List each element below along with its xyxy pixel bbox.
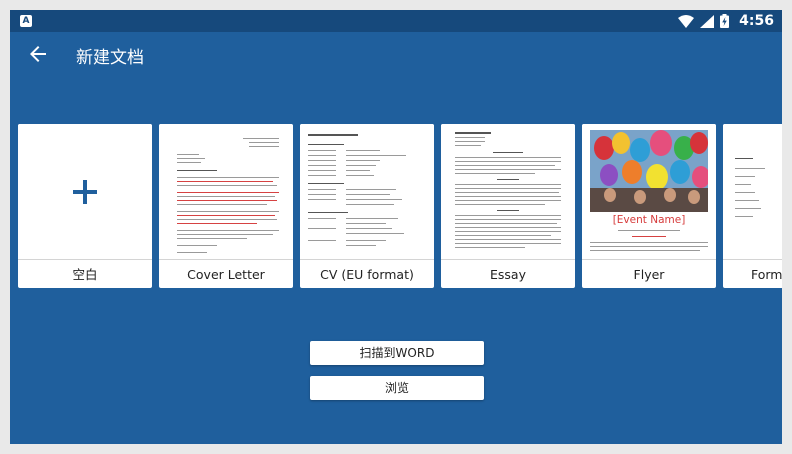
scan-to-word-button[interactable]: 扫描到WORD [310,341,484,365]
template-label: Flyer [633,267,665,282]
back-arrow-icon[interactable] [26,42,50,66]
template-card-cv-eu[interactable]: CV (EU format) [300,124,434,288]
clock-time: 4:56 [739,13,774,29]
status-bar: A 4:56 [10,10,782,32]
template-card-flyer[interactable]: [Event Name] Flyer [582,124,716,288]
flyer-balloons-image [590,130,708,212]
template-label: Essay [490,267,526,282]
app-screen: A 4:56 新建文档 空白 Cover Letter CV (EU forma… [10,10,782,444]
template-thumbnail: [Event Name] [582,124,716,260]
template-thumbnail [441,124,575,260]
app-notification-icon: A [20,15,32,27]
battery-charging-icon [720,14,730,28]
page-title: 新建文档 [76,48,144,68]
flyer-event-name: [Event Name] [612,214,686,226]
template-thumbnail [159,124,293,260]
template-label: 空白 [72,267,98,282]
template-card-format[interactable]: Forma [723,124,782,288]
status-right-group: 4:56 [678,10,774,32]
template-label: CV (EU format) [320,267,414,282]
plus-icon [73,180,97,204]
toolbar: 新建文档 [10,32,782,78]
window-frame: A 4:56 新建文档 空白 Cover Letter CV (EU forma… [0,0,792,454]
template-label: Cover Letter [187,267,265,282]
template-card-blank[interactable]: 空白 [18,124,152,288]
template-list: 空白 Cover Letter CV (EU format) Essay [Ev… [18,124,782,288]
browse-button[interactable]: 浏览 [310,376,484,400]
template-thumbnail [300,124,434,260]
template-thumbnail [18,124,152,260]
template-card-cover-letter[interactable]: Cover Letter [159,124,293,288]
cellular-signal-icon [700,14,715,28]
template-thumbnail [723,124,782,260]
template-card-essay[interactable]: Essay [441,124,575,288]
template-label: Forma [751,267,782,282]
wifi-icon [678,14,695,28]
